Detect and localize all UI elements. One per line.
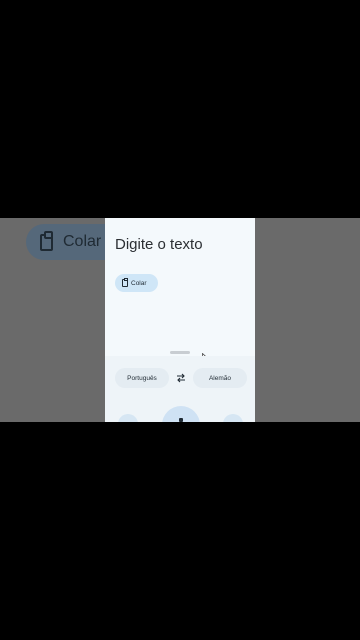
background-paste-label: Colar bbox=[63, 233, 102, 250]
paste-button[interactable]: Colar bbox=[115, 274, 158, 292]
text-input-area[interactable]: Digite o texto Colar bbox=[105, 218, 255, 363]
drag-handle[interactable] bbox=[170, 351, 190, 354]
microphone-icon bbox=[179, 418, 183, 422]
camera-button[interactable] bbox=[223, 414, 243, 422]
paste-label: Colar bbox=[131, 279, 147, 287]
conversation-button[interactable] bbox=[118, 414, 138, 422]
clipboard-icon bbox=[40, 230, 53, 251]
swap-languages-icon[interactable] bbox=[176, 373, 186, 383]
translate-app-screen: Digite o texto Colar Português Alemão bbox=[105, 218, 255, 422]
clipboard-icon bbox=[122, 278, 128, 287]
target-language-button[interactable]: Alemão bbox=[193, 368, 247, 388]
source-language-button[interactable]: Português bbox=[115, 368, 169, 388]
input-placeholder: Digite o texto bbox=[115, 236, 203, 253]
language-bar: Português Alemão bbox=[105, 356, 255, 422]
